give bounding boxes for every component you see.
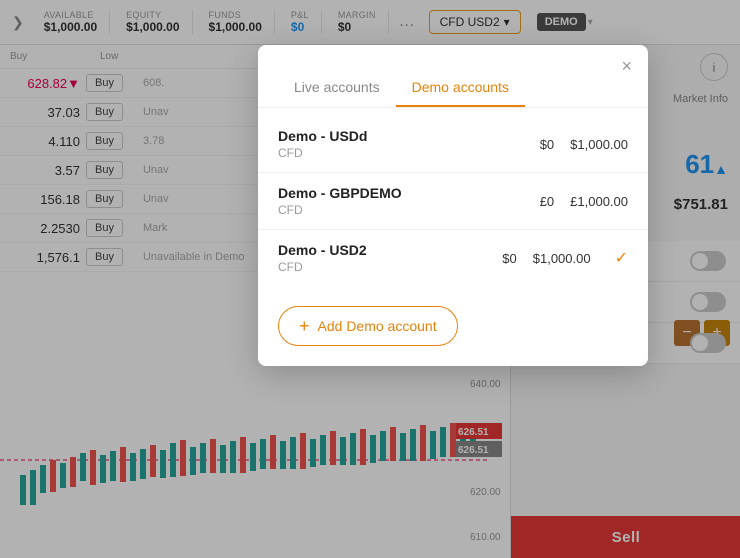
- account-balance2-3: $1,000.00: [533, 251, 591, 266]
- account-balance1-3: $0: [502, 251, 516, 266]
- account-values-3: $0 $1,000.00 ✓: [502, 248, 628, 268]
- account-item-1[interactable]: Demo - USDd CFD $0 $1,000.00: [258, 116, 648, 173]
- account-type-1: CFD: [278, 146, 367, 160]
- account-row-3: Demo - USD2 CFD $0 $1,000.00 ✓: [278, 242, 628, 274]
- account-item-2[interactable]: Demo - GBPDEMO CFD £0 £1,000.00: [258, 173, 648, 230]
- account-balance2-1: $1,000.00: [570, 137, 628, 152]
- account-balance1-2: £0: [540, 194, 554, 209]
- close-button[interactable]: ×: [621, 57, 632, 75]
- account-row-1: Demo - USDd CFD $0 $1,000.00: [278, 128, 628, 160]
- account-values-2: £0 £1,000.00: [540, 194, 628, 209]
- account-info-2: Demo - GBPDEMO CFD: [278, 185, 402, 217]
- account-balance1-1: $0: [540, 137, 554, 152]
- account-tabs: Live accounts Demo accounts: [258, 69, 648, 108]
- account-name-3: Demo - USD2: [278, 242, 367, 258]
- modal-header: ×: [258, 45, 648, 61]
- accounts-modal: × Live accounts Demo accounts Demo - USD…: [258, 45, 648, 366]
- account-type-2: CFD: [278, 203, 402, 217]
- account-values-1: $0 $1,000.00: [540, 137, 628, 152]
- tab-live-accounts[interactable]: Live accounts: [278, 69, 396, 107]
- account-info-3: Demo - USD2 CFD: [278, 242, 367, 274]
- account-type-3: CFD: [278, 260, 367, 274]
- account-name-1: Demo - USDd: [278, 128, 367, 144]
- account-info-1: Demo - USDd CFD: [278, 128, 367, 160]
- add-icon: +: [299, 317, 310, 335]
- demo-accounts-list: Demo - USDd CFD $0 $1,000.00 Demo - GBPD…: [258, 108, 648, 294]
- account-row-2: Demo - GBPDEMO CFD £0 £1,000.00: [278, 185, 628, 217]
- account-item-3[interactable]: Demo - USD2 CFD $0 $1,000.00 ✓: [258, 230, 648, 286]
- account-name-2: Demo - GBPDEMO: [278, 185, 402, 201]
- add-account-label: Add Demo account: [318, 318, 437, 334]
- tab-demo-accounts[interactable]: Demo accounts: [396, 69, 525, 107]
- account-balance2-2: £1,000.00: [570, 194, 628, 209]
- active-check-icon: ✓: [615, 248, 628, 268]
- add-demo-account-button[interactable]: + Add Demo account: [278, 306, 458, 346]
